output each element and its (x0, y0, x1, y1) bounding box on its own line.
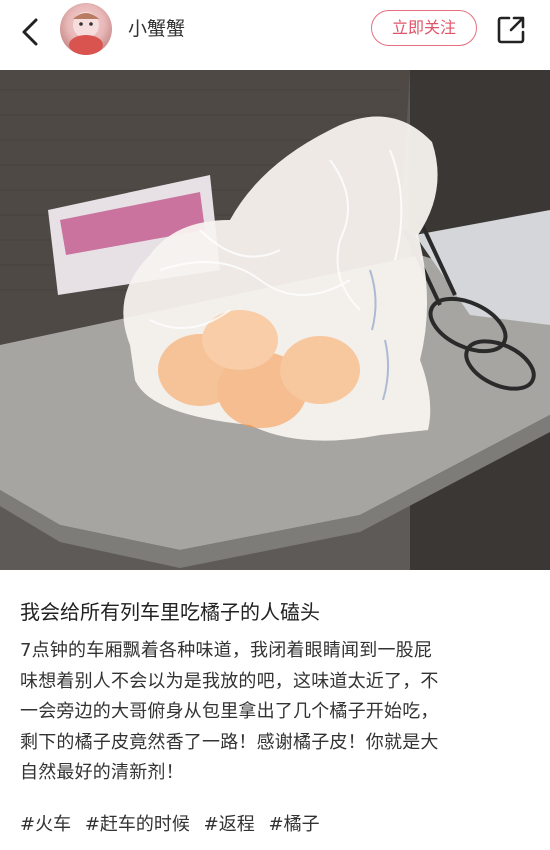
back-arrow-icon[interactable] (14, 14, 50, 50)
tag-link[interactable]: #返程 (204, 814, 255, 835)
post-body-line: 味想着别人不会以为是我放的吧，这味道太近了，不 (20, 670, 439, 692)
tag-link[interactable]: #赶车的时候 (85, 814, 190, 835)
post-body-line: 一会旁边的大哥俯身从包里拿出了几个橘子开始吃， (20, 701, 439, 722)
post-body: 7点钟的车厢飘着各种味道，我闭着眼睛闻到一股屁 味想着别人不会以为是我放的吧，这… (20, 636, 534, 789)
tag-link[interactable]: #火车 (20, 814, 71, 835)
post-title: 我会给所有列车里吃橘子的人磕头 (20, 600, 320, 624)
follow-button[interactable]: 立即关注 (371, 10, 477, 46)
share-icon[interactable] (493, 12, 529, 48)
post-photo[interactable] (0, 70, 550, 570)
username[interactable]: 小蟹蟹 (128, 14, 185, 41)
post-body-line: 剩下的橘子皮竟然香了一路！感谢橘子皮！你就是大 (20, 731, 439, 753)
tag-list: #火车 #赶车的时候 #返程 #橘子 (20, 810, 328, 836)
tag-link[interactable]: #橘子 (268, 814, 319, 835)
avatar[interactable] (60, 3, 112, 55)
post-body-line: 自然最好的清新剂！ (20, 762, 184, 783)
post-body-line: 7点钟的车厢飘着各种味道，我闭着眼睛闻到一股屁 (20, 640, 433, 661)
top-bar: 小蟹蟹 立即关注 (0, 0, 550, 66)
